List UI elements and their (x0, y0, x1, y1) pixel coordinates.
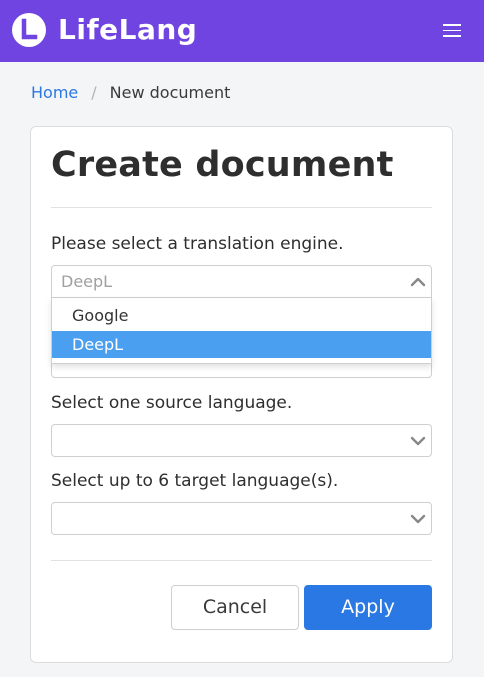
source-language-label: Select one source language. (51, 393, 293, 413)
breadcrumb-current: New document (109, 82, 231, 102)
hamburger-menu-icon[interactable] (443, 24, 461, 38)
create-document-card: Create document Please select a translat… (30, 126, 453, 663)
breadcrumb: Home / New document (31, 80, 230, 104)
engine-option-deepl[interactable]: DeepL (52, 331, 431, 358)
title-divider (51, 207, 432, 208)
breadcrumb-home-link[interactable]: Home (31, 83, 78, 102)
target-language-select[interactable] (51, 502, 432, 535)
engine-select-value: DeepL (61, 272, 113, 291)
chevron-down-icon (410, 436, 426, 446)
page-title: Create document (51, 145, 394, 185)
brand-name: LifeLang (58, 13, 198, 46)
engine-select[interactable]: DeepL (51, 265, 432, 298)
breadcrumb-separator: / (91, 82, 97, 102)
lifelang-logo-icon (12, 13, 46, 47)
cancel-button[interactable]: Cancel (171, 585, 299, 630)
footer-divider (51, 560, 432, 561)
engine-label: Please select a translation engine. (51, 234, 344, 254)
chevron-down-icon (410, 514, 426, 524)
engine-option-google[interactable]: Google (52, 301, 431, 331)
brand[interactable]: LifeLang (12, 13, 197, 47)
target-language-label: Select up to 6 target language(s). (51, 471, 339, 491)
engine-dropdown-menu: Google DeepL (51, 298, 432, 364)
chevron-up-icon (410, 277, 426, 287)
top-navbar: LifeLang (0, 0, 484, 62)
source-language-select[interactable] (51, 424, 432, 457)
apply-button[interactable]: Apply (304, 585, 432, 630)
